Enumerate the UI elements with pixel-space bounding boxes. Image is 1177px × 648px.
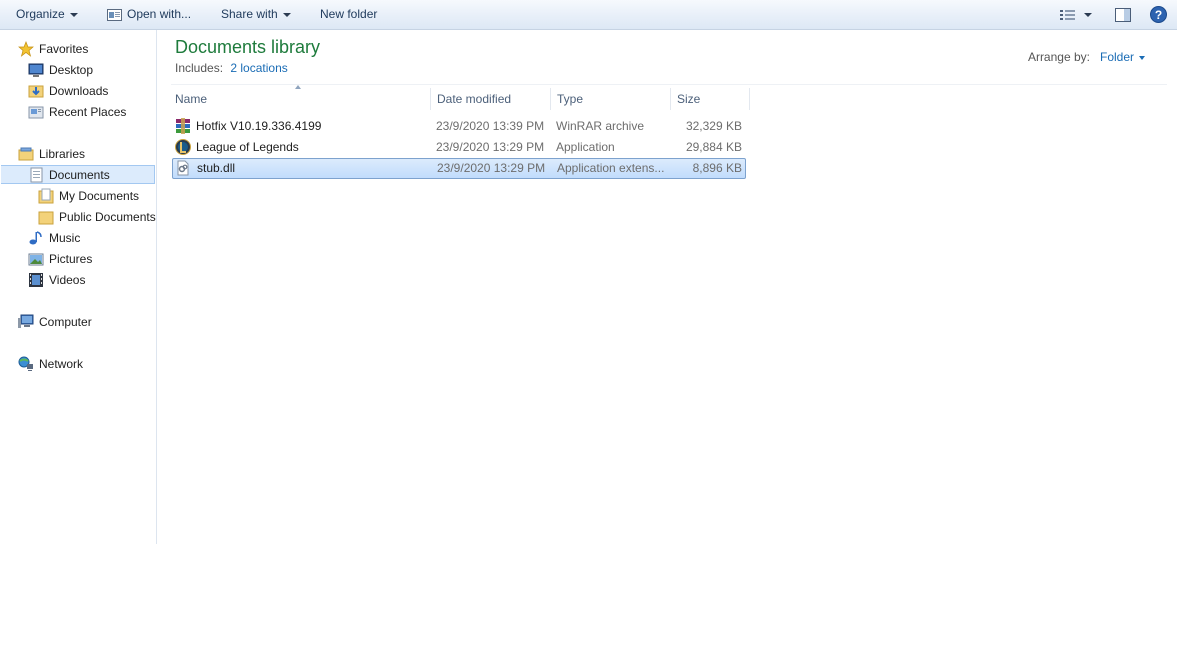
nav-label: Music <box>49 231 81 245</box>
library-title: Documents library <box>175 37 321 57</box>
header-divider <box>171 84 1167 85</box>
nav-label: Public Documents <box>59 210 156 224</box>
file-row[interactable]: League of Legends 23/9/2020 13:29 PM App… <box>172 137 746 158</box>
file-name: Hotfix V10.19.336.4199 <box>196 119 322 133</box>
file-date: 23/9/2020 13:29 PM <box>437 161 546 175</box>
column-header-name[interactable]: Name <box>169 88 430 110</box>
svg-text:?: ? <box>1155 8 1162 22</box>
open-with-label: Open with... <box>127 7 192 21</box>
network-icon <box>18 356 33 371</box>
league-of-legends-icon <box>175 139 191 155</box>
nav-label: Favorites <box>39 42 89 56</box>
locations-link[interactable]: 2 locations <box>230 61 287 75</box>
help-icon: ? <box>1150 6 1167 24</box>
file-name: League of Legends <box>196 140 299 154</box>
arrange-by-value: Folder <box>1099 50 1134 64</box>
column-header-size[interactable]: Size <box>670 88 750 110</box>
chevron-down-icon <box>1084 12 1092 17</box>
file-size: 32,329 KB <box>685 119 742 133</box>
file-type: Application extens... <box>557 161 665 175</box>
documents-library-icon <box>30 167 43 183</box>
nav-label: Documents <box>49 168 110 182</box>
winrar-archive-icon <box>176 118 190 134</box>
chevron-down-icon <box>282 12 291 17</box>
folder-icon <box>38 188 54 204</box>
file-type: WinRAR archive <box>556 119 645 133</box>
help-button[interactable]: ? <box>1150 0 1167 29</box>
file-name: stub.dll <box>197 161 236 175</box>
preview-pane-icon <box>1115 7 1131 22</box>
preview-pane-button[interactable] <box>1115 0 1131 29</box>
new-folder-label: New folder <box>320 7 378 21</box>
recent-places-icon <box>28 106 44 119</box>
organize-label: Organize <box>16 7 65 21</box>
change-view-button[interactable] <box>1060 0 1076 29</box>
arrange-by-label: Arrange by: <box>1027 50 1090 64</box>
new-folder-button[interactable]: New folder <box>320 0 377 29</box>
nav-label: Libraries <box>39 147 86 161</box>
computer-icon <box>18 314 34 328</box>
column-header-end-divider <box>749 88 750 110</box>
nav-label: Desktop <box>49 63 94 77</box>
dll-file-icon <box>177 160 189 176</box>
pictures-icon <box>28 253 44 266</box>
file-size: 29,884 KB <box>685 140 742 154</box>
explorer-window: Organize Open with... Share with New fol… <box>0 0 1177 544</box>
nav-label: Computer <box>39 315 92 329</box>
organize-button[interactable]: Organize <box>16 0 78 29</box>
nav-label: Pictures <box>49 252 93 266</box>
nav-label: Recent Places <box>49 105 127 119</box>
column-header-date-modified[interactable]: Date modified <box>430 88 550 110</box>
file-row[interactable]: Hotfix V10.19.336.4199 23/9/2020 13:39 P… <box>172 116 746 137</box>
music-note-icon <box>29 231 42 245</box>
arrange-by: Arrange by: Folder <box>1028 50 1145 64</box>
libraries-icon <box>18 147 34 161</box>
nav-label: Downloads <box>49 84 109 98</box>
file-date: 23/9/2020 13:39 PM <box>436 119 545 133</box>
file-date: 23/9/2020 13:29 PM <box>436 140 545 154</box>
nav-label: Network <box>39 357 84 371</box>
file-size: 8,896 KB <box>692 161 742 175</box>
nav-label: My Documents <box>59 189 140 203</box>
file-row-selected[interactable]: stub.dll 23/9/2020 13:29 PM Application … <box>172 158 746 179</box>
view-options-dropdown[interactable] <box>1084 0 1092 29</box>
favorites-star-icon <box>18 41 34 57</box>
open-with-icon <box>107 8 122 21</box>
desktop-icon <box>28 63 44 77</box>
column-header-type[interactable]: Type <box>550 88 670 110</box>
share-with-button[interactable]: Share with <box>221 0 291 29</box>
arrange-by-dropdown[interactable]: Folder <box>1100 50 1145 64</box>
downloads-folder-icon <box>28 85 44 98</box>
command-bar: Organize Open with... Share with New fol… <box>0 0 1177 30</box>
file-list-pane: Documents library Includes: 2 locations … <box>157 30 1177 544</box>
details-view-icon <box>1060 9 1075 20</box>
share-with-label: Share with <box>221 7 278 21</box>
open-with-button[interactable]: Open with... <box>107 0 191 29</box>
videos-icon <box>29 273 43 287</box>
chevron-down-icon <box>1139 55 1145 60</box>
file-type: Application <box>556 140 615 154</box>
chevron-down-icon <box>69 12 78 17</box>
navigation-pane: Favorites Desktop Downloads Recent Place… <box>0 30 157 544</box>
library-includes: Includes: 2 locations <box>175 61 288 75</box>
folder-icon <box>38 211 54 225</box>
nav-label: Videos <box>49 273 86 287</box>
includes-label: Includes: <box>175 61 224 75</box>
